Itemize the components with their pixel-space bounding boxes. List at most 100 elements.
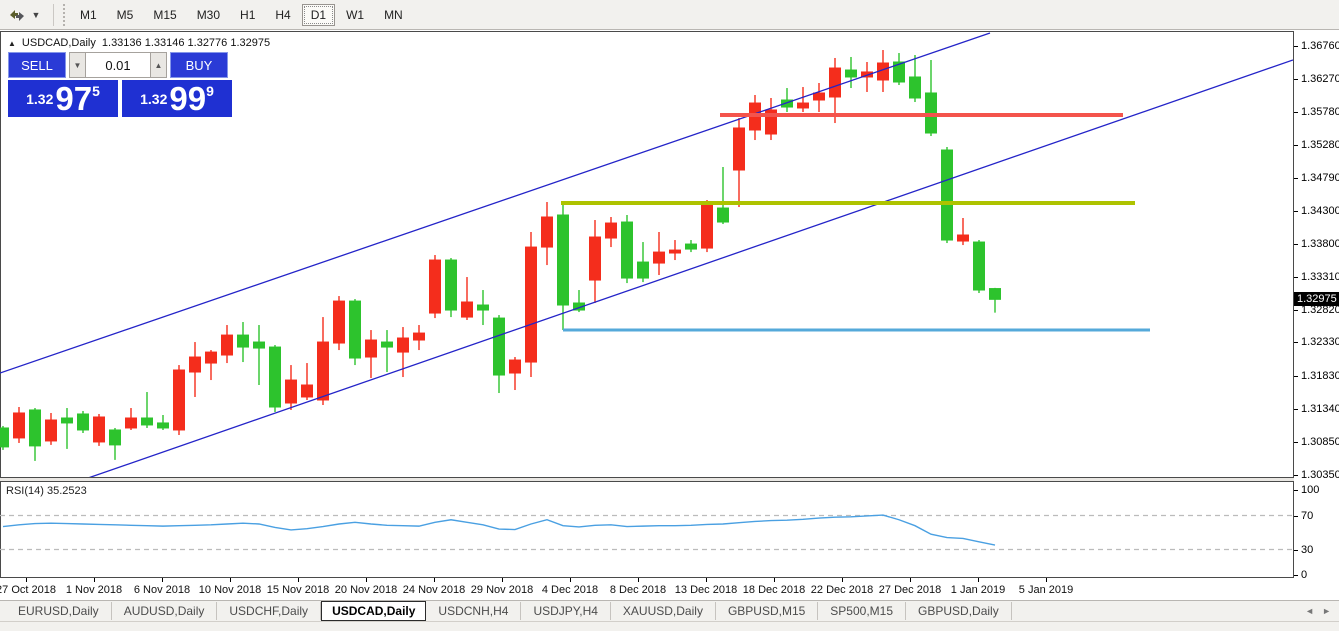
- date-axis[interactable]: 27 Oct 20181 Nov 20186 Nov 201810 Nov 20…: [0, 578, 1339, 600]
- buy-price-sup: 9: [206, 83, 214, 99]
- date-axis-label: 5 Jan 2019: [1019, 584, 1073, 596]
- candle-body: [558, 215, 569, 305]
- rsi-axis-label: 100: [1301, 484, 1319, 496]
- tab-gbpusd-daily[interactable]: GBPUSD,Daily: [906, 602, 1012, 620]
- toolbar-dropdown-caret[interactable]: ▼: [28, 5, 44, 25]
- collapse-panel-icon[interactable]: ▲: [8, 39, 16, 48]
- tab-usdcnh-h4[interactable]: USDCNH,H4: [426, 602, 521, 620]
- date-axis-tick: [706, 578, 707, 582]
- rsi-axis-label: 70: [1301, 510, 1313, 522]
- timeframe-button-H1[interactable]: H1: [231, 4, 264, 26]
- date-axis-label: 1 Jan 2019: [951, 584, 1005, 596]
- date-axis-label: 24 Nov 2018: [403, 584, 465, 596]
- date-axis-label: 27 Dec 2018: [879, 584, 941, 596]
- volume-down-button[interactable]: ▼: [69, 52, 86, 78]
- candle-body: [30, 410, 41, 446]
- status-bar: [0, 621, 1339, 631]
- candle-body: [222, 335, 233, 355]
- candle-body: [718, 208, 729, 222]
- tab-audusd-daily[interactable]: AUDUSD,Daily: [112, 602, 218, 620]
- timeframe-button-group: M1M5M15M30H1H4D1W1MN: [70, 4, 413, 26]
- candle-body: [238, 335, 249, 347]
- price-axis-tick: [1294, 277, 1298, 278]
- timeframe-button-M5[interactable]: M5: [108, 4, 143, 26]
- date-axis-label: 10 Nov 2018: [199, 584, 261, 596]
- candle-body: [974, 242, 985, 290]
- rsi-axis-tick: [1294, 490, 1298, 491]
- buy-price-display[interactable]: 1.32 99 9: [122, 80, 232, 117]
- tab-usdchf-daily[interactable]: USDCHF,Daily: [217, 602, 321, 620]
- volume-stepper: ▼ 0.01 ▲: [69, 52, 167, 78]
- chart-header: ▲ USDCAD,Daily 1.33136 1.33146 1.32776 1…: [8, 37, 270, 49]
- candle-body: [462, 302, 473, 317]
- sell-price-sup: 5: [92, 83, 100, 99]
- price-axis-label: 1.30850: [1301, 436, 1339, 448]
- date-axis-tick: [638, 578, 639, 582]
- toolbar-grip[interactable]: [61, 4, 66, 26]
- candle-body: [78, 414, 89, 430]
- price-axis-label: 1.35280: [1301, 139, 1339, 151]
- candle-body: [14, 413, 25, 438]
- rsi-axis-tick: [1294, 516, 1298, 517]
- date-axis-tick: [910, 578, 911, 582]
- timeframe-button-M30[interactable]: M30: [188, 4, 229, 26]
- chart-ohlc: 1.33136 1.33146 1.32776 1.32975: [102, 37, 270, 49]
- tab-usdcad-daily[interactable]: USDCAD,Daily: [321, 601, 426, 621]
- timeframe-button-D1[interactable]: D1: [302, 4, 335, 26]
- timeframe-button-M15[interactable]: M15: [144, 4, 185, 26]
- volume-field[interactable]: 0.01: [86, 52, 150, 78]
- candle-body: [174, 370, 185, 430]
- candle-body: [94, 417, 105, 442]
- tab-usdjpy-h4[interactable]: USDJPY,H4: [521, 602, 610, 620]
- one-click-trade-panel: SELL ▼ 0.01 ▲ BUY 1.32 97 5 1.32 99 9: [8, 52, 232, 117]
- candle-body: [398, 338, 409, 352]
- candle-body: [302, 385, 313, 397]
- timeframe-button-MN[interactable]: MN: [375, 4, 412, 26]
- price-axis[interactable]: 1.367601.362701.357801.352801.347901.343…: [1294, 31, 1339, 600]
- tab-xauusd-daily[interactable]: XAUUSD,Daily: [611, 602, 716, 620]
- rsi-axis-tick: [1294, 575, 1298, 576]
- price-axis-tick: [1294, 211, 1298, 212]
- price-axis-tick: [1294, 442, 1298, 443]
- date-axis-label: 6 Nov 2018: [134, 584, 190, 596]
- chart-shift-icon[interactable]: [6, 5, 28, 25]
- buy-button[interactable]: BUY: [170, 52, 228, 78]
- candle-body: [190, 357, 201, 372]
- date-axis-tick: [162, 578, 163, 582]
- candle-body: [830, 68, 841, 97]
- tab-eurusd-daily[interactable]: EURUSD,Daily: [6, 602, 112, 620]
- price-axis-tick: [1294, 178, 1298, 179]
- tab-scroll-right-icon[interactable]: ►: [1322, 606, 1331, 616]
- tab-gbpusd-m15[interactable]: GBPUSD,M15: [716, 602, 818, 620]
- candle-body: [990, 289, 1001, 300]
- date-axis-label: 4 Dec 2018: [542, 584, 598, 596]
- tab-scroll-left-icon[interactable]: ◄: [1305, 606, 1314, 616]
- price-axis-tick: [1294, 46, 1298, 47]
- price-axis-tick: [1294, 112, 1298, 113]
- candle-body: [430, 260, 441, 313]
- candle-body: [542, 217, 553, 247]
- price-axis-label: 1.31830: [1301, 370, 1339, 382]
- timeframe-button-M1[interactable]: M1: [71, 4, 106, 26]
- candle-body: [46, 420, 57, 441]
- date-axis-tick: [1046, 578, 1047, 582]
- candle-body: [142, 418, 153, 425]
- volume-up-button[interactable]: ▲: [150, 52, 167, 78]
- candle-body: [510, 360, 521, 373]
- price-axis-label: 1.36760: [1301, 40, 1339, 52]
- date-axis-tick: [842, 578, 843, 582]
- candle-body: [254, 342, 265, 348]
- candle-body: [526, 247, 537, 362]
- current-price-tag: 1.32975: [1294, 292, 1339, 306]
- date-axis-tick: [298, 578, 299, 582]
- timeframe-button-H4[interactable]: H4: [266, 4, 299, 26]
- candle-body: [622, 222, 633, 278]
- candle-body: [590, 237, 601, 280]
- sell-button[interactable]: SELL: [8, 52, 66, 78]
- timeframe-button-W1[interactable]: W1: [337, 4, 373, 26]
- candle-body: [926, 93, 937, 133]
- channel-lower: [88, 60, 1293, 477]
- tab-sp500-m15[interactable]: SP500,M15: [818, 602, 906, 620]
- candle-body: [318, 342, 329, 400]
- sell-price-display[interactable]: 1.32 97 5: [8, 80, 118, 117]
